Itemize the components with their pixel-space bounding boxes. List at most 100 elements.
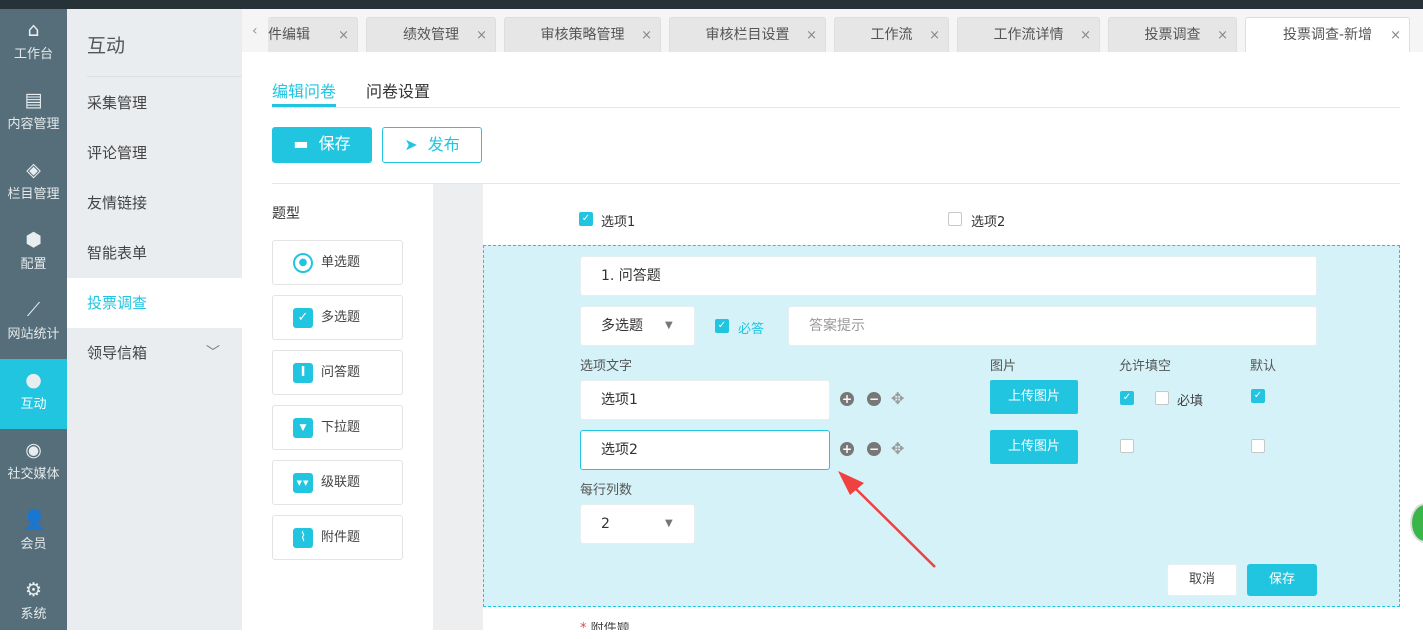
- tab-item[interactable]: 工作流 ×: [834, 17, 949, 52]
- cancel-button[interactable]: 取消: [1167, 564, 1237, 596]
- close-icon[interactable]: ×: [641, 18, 652, 53]
- required-checkbox[interactable]: ✓: [715, 319, 729, 333]
- radio-icon: ●: [293, 253, 313, 273]
- must-fill-label: 必填: [1177, 394, 1204, 409]
- tab-item[interactable]: 绩效管理 ×: [366, 17, 496, 52]
- qtype-dropdown[interactable]: ▼ 下拉题: [272, 405, 403, 450]
- rail-item-content[interactable]: ▤ 内容管理: [0, 79, 67, 149]
- remove-option-icon[interactable]: −: [867, 442, 881, 456]
- option-text-input-focused[interactable]: 选项2: [580, 430, 830, 470]
- move-icon[interactable]: ✥: [891, 389, 904, 408]
- tab-edit-survey[interactable]: 编辑问卷: [272, 78, 336, 102]
- rail-item-social[interactable]: ◉ 社交媒体: [0, 429, 67, 499]
- submenu-item-collect[interactable]: 采集管理: [67, 78, 242, 128]
- chart-icon: ⟋: [26, 299, 41, 321]
- close-icon[interactable]: ×: [1217, 18, 1228, 53]
- divider: [272, 107, 1400, 108]
- tab-item[interactable]: 审核策略管理 ×: [504, 17, 661, 52]
- tab-item[interactable]: 件编辑 ×: [268, 17, 358, 52]
- qtype-text[interactable]: I 问答题: [272, 350, 403, 395]
- tab-item[interactable]: 投票调查 ×: [1108, 17, 1237, 52]
- upload-image-button[interactable]: 上传图片: [990, 430, 1078, 464]
- rail-item-stats[interactable]: ⟋ 网站统计: [0, 289, 67, 359]
- preview-checkbox-2[interactable]: [948, 212, 962, 226]
- upload-image-button[interactable]: 上传图片: [990, 380, 1078, 414]
- tab-item[interactable]: 工作流详情 ×: [957, 17, 1100, 52]
- close-icon[interactable]: ×: [806, 18, 817, 53]
- chevron-down-icon: ﹀: [206, 345, 220, 361]
- tab-survey-settings[interactable]: 问卷设置: [366, 78, 430, 102]
- document-icon: ▤: [24, 89, 43, 111]
- divider: [87, 76, 242, 77]
- close-icon[interactable]: ×: [338, 18, 349, 53]
- answer-hint-input[interactable]: 答案提示: [788, 306, 1317, 346]
- tab-bar: ‹ 件编辑 × 绩效管理 × 审核策略管理 × 审核栏目设置 × 工作流 × 工作流详情 ×…: [242, 9, 1423, 52]
- allow-fill-checkbox[interactable]: [1120, 439, 1134, 453]
- gear-icon: ⚙: [24, 579, 43, 601]
- tab-item[interactable]: 审核栏目设置 ×: [669, 17, 826, 52]
- preview-checkbox-1[interactable]: ✓: [579, 212, 593, 226]
- submenu-item-forms[interactable]: 智能表单: [67, 228, 242, 278]
- orbit-icon: ◉: [25, 439, 42, 461]
- rail-item-columns[interactable]: ◈ 栏目管理: [0, 149, 67, 219]
- submenu-title: 互动: [87, 35, 126, 57]
- submenu-item-vote[interactable]: 投票调查: [67, 278, 242, 328]
- text-cursor-icon: I: [293, 363, 313, 383]
- preview-option-label: 选项1: [601, 215, 636, 230]
- checkbox-icon: ✓: [293, 308, 313, 328]
- submenu-item-comments[interactable]: 评论管理: [67, 128, 242, 178]
- gutter: [433, 184, 483, 630]
- question-title-input[interactable]: 1. 问答题: [580, 256, 1317, 296]
- default-checkbox[interactable]: ✓: [1251, 389, 1265, 403]
- must-fill-checkbox[interactable]: [1155, 391, 1169, 405]
- allow-fill-checkbox[interactable]: ✓: [1120, 391, 1134, 405]
- top-bar: [0, 0, 1423, 9]
- caret-down-icon: ▼: [665, 518, 673, 529]
- qtype-single[interactable]: ● 单选题: [272, 240, 403, 285]
- qtype-multiple[interactable]: ✓ 多选题: [272, 295, 403, 340]
- preview-option-label: 选项2: [971, 215, 1006, 230]
- tab-item-active[interactable]: 投票调查-新增 ×: [1245, 17, 1410, 52]
- close-icon[interactable]: ×: [476, 18, 487, 53]
- close-icon[interactable]: ×: [1080, 18, 1091, 53]
- cascade-icon: ▼▼: [293, 473, 313, 493]
- qtype-attachment[interactable]: ⌇ 附件题: [272, 515, 403, 560]
- rail-item-config[interactable]: ⬢ 配置: [0, 219, 67, 289]
- publish-button[interactable]: ➤ 发布: [382, 127, 482, 163]
- rail-item-system[interactable]: ⚙ 系统: [0, 569, 67, 639]
- remove-option-icon[interactable]: −: [867, 392, 881, 406]
- floppy-icon: ▬: [293, 134, 309, 153]
- add-option-icon[interactable]: +: [840, 392, 854, 406]
- chevron-left-icon[interactable]: ‹: [252, 23, 258, 39]
- question-type-select[interactable]: 多选题 ▼: [580, 306, 695, 346]
- add-option-icon[interactable]: +: [840, 442, 854, 456]
- column-header: 选项文字: [580, 359, 633, 374]
- option-text-input[interactable]: 选项1: [580, 380, 830, 420]
- close-icon[interactable]: ×: [1390, 18, 1401, 53]
- user-icon: 👤: [22, 509, 47, 531]
- close-icon[interactable]: ×: [929, 18, 940, 53]
- move-icon[interactable]: ✥: [891, 439, 904, 458]
- qtype-cascade[interactable]: ▼▼ 级联题: [272, 460, 403, 505]
- per-row-label: 每行列数: [580, 483, 633, 498]
- save-button[interactable]: ▬ 保存: [272, 127, 372, 163]
- editor-save-button[interactable]: 保存: [1247, 564, 1317, 596]
- rail-item-members[interactable]: 👤 会员: [0, 499, 67, 569]
- submenu-item-mailbox[interactable]: 领导信箱 ﹀: [67, 328, 242, 378]
- sub-menu: 互动 采集管理 评论管理 友情链接 智能表单 投票调查 领导信箱 ﹀: [67, 9, 242, 630]
- column-header: 图片: [990, 359, 1017, 374]
- paperclip-icon: ⌇: [293, 528, 313, 548]
- home-icon: ⌂: [27, 19, 40, 41]
- rail-item-interaction[interactable]: ● 互动: [0, 359, 67, 429]
- caret-down-icon: ▼: [665, 320, 673, 331]
- chat-icon: ●: [25, 369, 42, 391]
- column-header: 默认: [1250, 359, 1277, 374]
- submenu-item-links[interactable]: 友情链接: [67, 178, 242, 228]
- required-label: 必答: [738, 322, 765, 337]
- layers-icon: ◈: [26, 159, 41, 181]
- default-checkbox[interactable]: [1251, 439, 1265, 453]
- per-row-select[interactable]: 2 ▼: [580, 504, 695, 544]
- rail-item-workbench[interactable]: ⌂ 工作台: [0, 9, 67, 79]
- floating-widget[interactable]: [1410, 503, 1423, 543]
- column-header: 允许填空: [1119, 359, 1172, 374]
